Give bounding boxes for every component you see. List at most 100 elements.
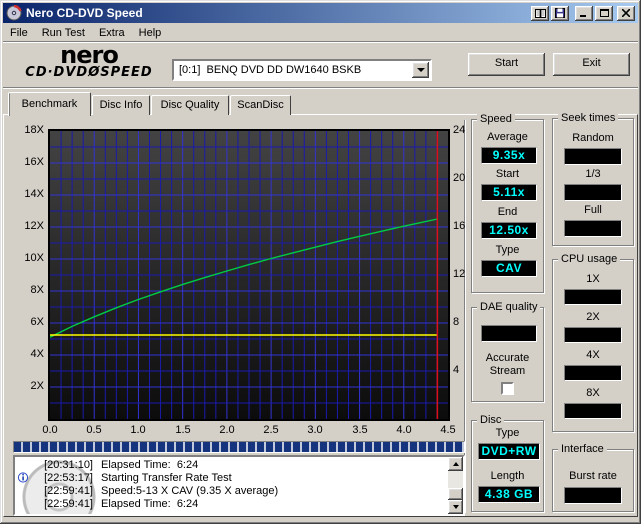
app-window: Nero CD-DVD Speed File Run Te — [0, 0, 641, 524]
log-row[interactable]: [22:59:41]Speed:5-13 X CAV (9.35 X avera… — [15, 485, 435, 498]
panel-seek-times: Seek times Random 1/3 Full — [552, 118, 634, 246]
log-timestamp: [22:59:41] — [31, 498, 93, 510]
y-left-tick: 18X — [10, 124, 44, 136]
chart-canvas — [50, 131, 448, 419]
series-read-speed — [50, 219, 437, 337]
drive-selector-value: [0:1] BENQ DVD DD DW1640 BSKB — [174, 64, 412, 76]
menu-extra[interactable]: Extra — [92, 25, 132, 41]
scroll-down-button[interactable] — [448, 500, 463, 514]
panel-disc: Disc Type DVD+RW Length 4.38 GB — [471, 420, 544, 512]
log-row[interactable]: [22:53:17] Starting Transfer Rate Test — [15, 472, 435, 485]
nero-logo-wordmark: nero — [14, 45, 164, 65]
seek-full-label: Full — [553, 204, 633, 216]
cpu-1x-label: 1X — [553, 273, 633, 285]
drive-selector[interactable]: [0:1] BENQ DVD DD DW1640 BSKB — [172, 59, 432, 81]
seek-third-display — [564, 184, 622, 201]
maximize-button[interactable] — [595, 6, 613, 21]
y-left-tick: 16X — [10, 156, 44, 168]
accurate-stream-label-2: Stream — [472, 365, 543, 377]
cpu-8x-display — [564, 403, 622, 419]
window-title: Nero CD-DVD Speed — [26, 6, 529, 20]
disc-length-label: Length — [472, 470, 543, 482]
tab-benchmark[interactable]: Benchmark — [8, 92, 91, 116]
x-tick: 3.5 — [345, 424, 375, 436]
start-button[interactable]: Start — [468, 53, 545, 76]
x-tick: 0.0 — [35, 424, 65, 436]
scrollbar-thumb[interactable] — [448, 488, 463, 500]
speed-start-display: 5.11x — [481, 184, 537, 201]
log-message: Starting Transfer Rate Test — [101, 472, 232, 484]
log-row[interactable]: [20:31:10] Elapsed Time: 6:24 — [15, 459, 435, 472]
cpu-4x-display — [564, 365, 622, 381]
y-left-tick: 14X — [10, 188, 44, 200]
log-scrollbar[interactable] — [448, 457, 463, 514]
menu-help[interactable]: Help — [132, 25, 169, 41]
cpu-4x-label: 4X — [553, 349, 633, 361]
save-button[interactable] — [551, 6, 569, 21]
y-left-tick: 8X — [10, 284, 44, 296]
minimize-icon — [580, 10, 588, 17]
log-listbox[interactable]: [20:31:10] Elapsed Time: 6:24 [22:53:17] St… — [13, 455, 465, 516]
x-tick: 2.0 — [212, 424, 242, 436]
burst-rate-label: Burst rate — [553, 470, 633, 482]
panel-dae-quality: DAE quality Accurate Stream — [471, 307, 544, 402]
drive-selector-dropdown-button[interactable] — [412, 62, 429, 78]
x-tick: 4.5 — [433, 424, 463, 436]
log-timestamp: [22:59:41] — [31, 485, 93, 497]
speed-type-display: CAV — [481, 260, 537, 277]
speed-type-label: Type — [472, 244, 543, 256]
scroll-up-button[interactable] — [448, 457, 463, 471]
minimize-button[interactable] — [575, 6, 593, 21]
tab-disc-quality[interactable]: Disc Quality — [151, 95, 229, 115]
speed-end-display: 12.50x — [481, 222, 537, 239]
close-icon — [622, 9, 630, 17]
panel-interface-title: Interface — [558, 443, 607, 455]
y-left-tick: 10X — [10, 252, 44, 264]
x-tick: 2.5 — [256, 424, 286, 436]
y-left-tick: 4X — [10, 348, 44, 360]
chevron-down-icon — [417, 68, 425, 72]
log-timestamp: [20:31:10] — [31, 459, 93, 471]
floppy-disk-icon — [555, 8, 565, 18]
panel-speed-title: Speed — [477, 113, 515, 125]
dae-quality-display — [481, 325, 537, 342]
panel-disc-title: Disc — [477, 414, 504, 426]
compare-button[interactable] — [531, 6, 549, 21]
panel-cpu-usage: CPU usage 1X 2X 4X 8X — [552, 259, 634, 432]
speed-start-label: Start — [472, 168, 543, 180]
disc-type-display: DVD+RW — [478, 443, 540, 460]
panel-speed: Speed Average 9.35x Start 5.11x End 12.5… — [471, 119, 544, 293]
nero-logo: nero CD·DVDØSPEED — [14, 45, 164, 80]
menu-bar: File Run Test Extra Help — [3, 24, 638, 41]
cpu-2x-label: 2X — [553, 311, 633, 323]
disc-length-display: 4.38 GB — [478, 486, 540, 503]
menu-run-test[interactable]: Run Test — [35, 25, 92, 41]
separator — [3, 87, 638, 89]
log-timestamp: [22:53:17] — [31, 472, 93, 484]
x-tick: 1.0 — [123, 424, 153, 436]
title-bar: Nero CD-DVD Speed — [3, 3, 638, 23]
maximize-icon — [600, 9, 609, 17]
exit-button[interactable]: Exit — [553, 53, 630, 76]
y-left-tick: 12X — [10, 220, 44, 232]
cpu-2x-display — [564, 327, 622, 343]
panel-interface: Interface Burst rate — [552, 449, 634, 512]
menu-file[interactable]: File — [3, 25, 35, 41]
panel-dae-quality-title: DAE quality — [477, 301, 540, 313]
accurate-stream-checkbox[interactable] — [501, 382, 514, 395]
log-message: Elapsed Time: 6:24 — [101, 459, 198, 471]
close-button[interactable] — [617, 6, 635, 21]
seek-random-label: Random — [553, 132, 633, 144]
book-icon — [535, 9, 546, 18]
x-tick: 0.5 — [79, 424, 109, 436]
tab-disc-info[interactable]: Disc Info — [92, 95, 150, 115]
app-icon — [6, 5, 22, 21]
tab-scandisc[interactable]: ScanDisc — [230, 95, 291, 115]
cpu-8x-label: 8X — [553, 387, 633, 399]
log-row[interactable]: [22:59:41] Elapsed Time: 6:24 — [15, 498, 435, 511]
progress-bar — [13, 441, 465, 453]
speed-end-label: End — [472, 206, 543, 218]
seek-third-label: 1/3 — [553, 168, 633, 180]
burst-rate-display — [564, 487, 622, 504]
log-message: Elapsed Time: 6:24 — [101, 498, 198, 510]
